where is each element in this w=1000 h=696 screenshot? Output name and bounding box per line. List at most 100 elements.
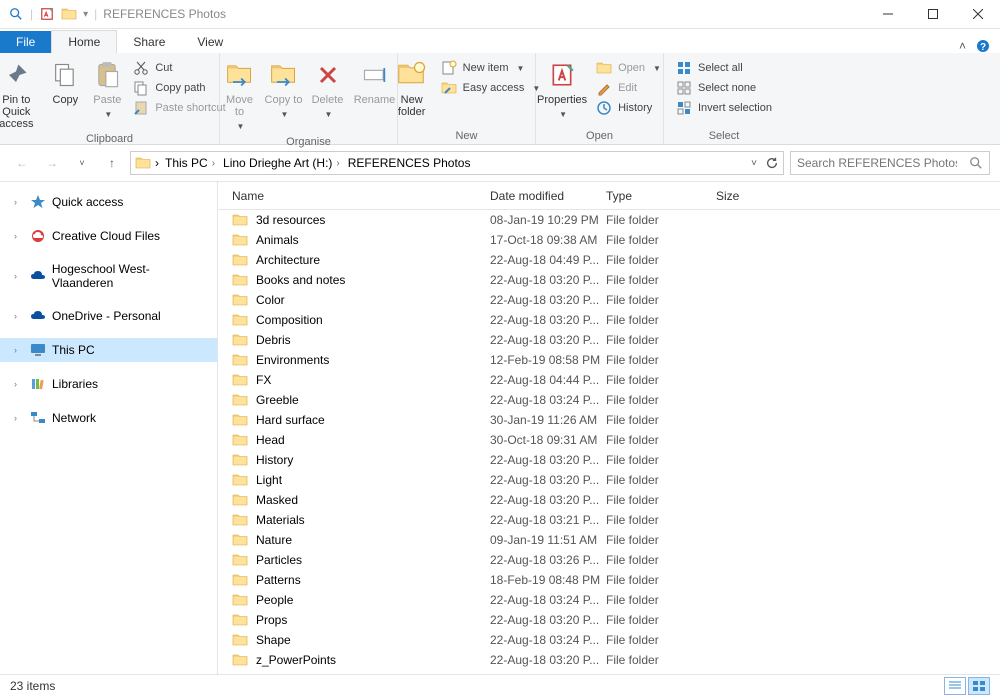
- table-row[interactable]: Greeble22-Aug-18 03:24 P...File folder: [218, 390, 1000, 410]
- table-row[interactable]: Architecture22-Aug-18 04:49 P...File fol…: [218, 250, 1000, 270]
- history-button[interactable]: History: [592, 99, 665, 117]
- search-box[interactable]: [790, 151, 990, 175]
- crumb-thispc[interactable]: This PC›: [163, 156, 217, 170]
- folder-qat-icon[interactable]: [61, 6, 77, 22]
- tab-share[interactable]: Share: [117, 31, 181, 53]
- address-row: ← → ˅ ↑ › This PC› Lino Drieghe Art (H:)…: [0, 145, 1000, 181]
- table-row[interactable]: Shape22-Aug-18 03:24 P...File folder: [218, 630, 1000, 650]
- table-row[interactable]: FX22-Aug-18 04:44 P...File folder: [218, 370, 1000, 390]
- tab-home[interactable]: Home: [51, 30, 117, 53]
- table-row[interactable]: People22-Aug-18 03:24 P...File folder: [218, 590, 1000, 610]
- table-row[interactable]: Animals17-Oct-18 09:38 AMFile folder: [218, 230, 1000, 250]
- file-date: 22-Aug-18 03:26 P...: [490, 553, 606, 567]
- table-row[interactable]: Particles22-Aug-18 03:26 P...File folder: [218, 550, 1000, 570]
- table-row[interactable]: Materials22-Aug-18 03:21 P...File folder: [218, 510, 1000, 530]
- file-date: 22-Aug-18 03:21 P...: [490, 513, 606, 527]
- maximize-button[interactable]: [910, 0, 955, 29]
- tab-file[interactable]: File: [0, 31, 51, 53]
- table-row[interactable]: 3d resources08-Jan-19 10:29 PMFile folde…: [218, 210, 1000, 230]
- move-to-button[interactable]: Move to▼: [219, 57, 261, 135]
- file-type: File folder: [606, 533, 716, 547]
- sidebar-libraries[interactable]: ›Libraries: [0, 372, 217, 396]
- file-type: File folder: [606, 613, 716, 627]
- table-row[interactable]: Books and notes22-Aug-18 03:20 P...File …: [218, 270, 1000, 290]
- minimize-button[interactable]: [865, 0, 910, 29]
- table-row[interactable]: Light22-Aug-18 03:20 P...File folder: [218, 470, 1000, 490]
- file-type: File folder: [606, 233, 716, 247]
- collapse-ribbon-icon[interactable]: ˄: [959, 39, 966, 53]
- pin-to-quick-access-button[interactable]: Pin to Quick access: [0, 57, 43, 132]
- file-name: Hard surface: [256, 413, 490, 427]
- paste-button[interactable]: Paste▼: [87, 57, 127, 123]
- file-name: Light: [256, 473, 490, 487]
- file-type: File folder: [606, 393, 716, 407]
- file-name: Color: [256, 293, 490, 307]
- col-name[interactable]: Name: [232, 189, 490, 203]
- open-button[interactable]: Open▼: [592, 59, 665, 77]
- sidebar-network[interactable]: ›Network: [0, 406, 217, 430]
- file-date: 22-Aug-18 03:24 P...: [490, 633, 606, 647]
- copy-path-button[interactable]: Copy path: [129, 79, 229, 97]
- select-all-button[interactable]: Select all: [672, 59, 776, 77]
- search-input[interactable]: [797, 156, 957, 170]
- easy-access-icon: [441, 80, 457, 96]
- table-row[interactable]: Hard surface30-Jan-19 11:26 AMFile folde…: [218, 410, 1000, 430]
- table-row[interactable]: Debris22-Aug-18 03:20 P...File folder: [218, 330, 1000, 350]
- new-item-button[interactable]: New item▼: [437, 59, 545, 77]
- copy-to-button[interactable]: Copy to▼: [263, 57, 305, 123]
- help-icon[interactable]: ?: [976, 39, 990, 53]
- crumb-current[interactable]: REFERENCES Photos: [346, 156, 473, 170]
- file-date: 22-Aug-18 04:44 P...: [490, 373, 606, 387]
- properties-button[interactable]: Properties▼: [534, 57, 590, 123]
- up-button[interactable]: ↑: [100, 151, 124, 175]
- table-row[interactable]: History22-Aug-18 03:20 P...File folder: [218, 450, 1000, 470]
- file-name: Debris: [256, 333, 490, 347]
- forward-button[interactable]: →: [40, 151, 64, 175]
- invert-selection-button[interactable]: Invert selection: [672, 99, 776, 117]
- table-row[interactable]: Color22-Aug-18 03:20 P...File folder: [218, 290, 1000, 310]
- recent-locations-button[interactable]: ˅: [70, 151, 94, 175]
- table-row[interactable]: z_PowerPoints22-Aug-18 03:20 P...File fo…: [218, 650, 1000, 670]
- delete-button[interactable]: Delete▼: [307, 57, 349, 123]
- address-bar[interactable]: › This PC› Lino Drieghe Art (H:)› REFERE…: [130, 151, 784, 175]
- select-none-button[interactable]: Select none: [672, 79, 776, 97]
- crumb-drive[interactable]: Lino Drieghe Art (H:)›: [221, 156, 342, 170]
- search-icon[interactable]: [8, 6, 24, 22]
- col-date[interactable]: Date modified: [490, 189, 606, 203]
- sidebar-onedrive[interactable]: ›OneDrive - Personal: [0, 304, 217, 328]
- properties-qat-icon[interactable]: [39, 6, 55, 22]
- back-button[interactable]: ←: [10, 151, 34, 175]
- table-row[interactable]: Patterns18-Feb-19 08:48 PMFile folder: [218, 570, 1000, 590]
- table-row[interactable]: Head30-Oct-18 09:31 AMFile folder: [218, 430, 1000, 450]
- table-row[interactable]: Props22-Aug-18 03:20 P...File folder: [218, 610, 1000, 630]
- file-date: 22-Aug-18 03:20 P...: [490, 333, 606, 347]
- table-row[interactable]: Composition22-Aug-18 03:20 P...File fold…: [218, 310, 1000, 330]
- search-icon[interactable]: [969, 156, 983, 170]
- view-details-button[interactable]: [944, 677, 966, 695]
- new-folder-button[interactable]: New folder: [389, 57, 435, 120]
- file-date: 17-Oct-18 09:38 AM: [490, 233, 606, 247]
- edit-button[interactable]: Edit: [592, 79, 665, 97]
- tab-view[interactable]: View: [181, 31, 239, 53]
- easy-access-button[interactable]: Easy access▼: [437, 79, 545, 97]
- col-type[interactable]: Type: [606, 189, 716, 203]
- view-large-icons-button[interactable]: [968, 677, 990, 695]
- col-size[interactable]: Size: [716, 189, 1000, 203]
- table-row[interactable]: Nature09-Jan-19 11:51 AMFile folder: [218, 530, 1000, 550]
- sidebar-hogeschool[interactable]: ›Hogeschool West-Vlaanderen: [0, 258, 217, 294]
- close-button[interactable]: [955, 0, 1000, 29]
- paste-shortcut-button[interactable]: Paste shortcut: [129, 99, 229, 117]
- sidebar-quick-access[interactable]: ›Quick access: [0, 190, 217, 214]
- sidebar-creative-cloud[interactable]: ›Creative Cloud Files: [0, 224, 217, 248]
- refresh-icon[interactable]: [765, 156, 779, 170]
- file-name: People: [256, 593, 490, 607]
- sidebar-this-pc[interactable]: ›This PC: [0, 338, 217, 362]
- address-dropdown-icon[interactable]: ˅: [747, 158, 761, 169]
- table-row[interactable]: Environments12-Feb-19 08:58 PMFile folde…: [218, 350, 1000, 370]
- copy-button[interactable]: Copy: [45, 57, 85, 108]
- clipboard-group-label: Clipboard: [86, 132, 133, 145]
- folder-icon: [232, 652, 248, 668]
- file-date: 30-Oct-18 09:31 AM: [490, 433, 606, 447]
- cut-button[interactable]: Cut: [129, 59, 229, 77]
- table-row[interactable]: Masked22-Aug-18 03:20 P...File folder: [218, 490, 1000, 510]
